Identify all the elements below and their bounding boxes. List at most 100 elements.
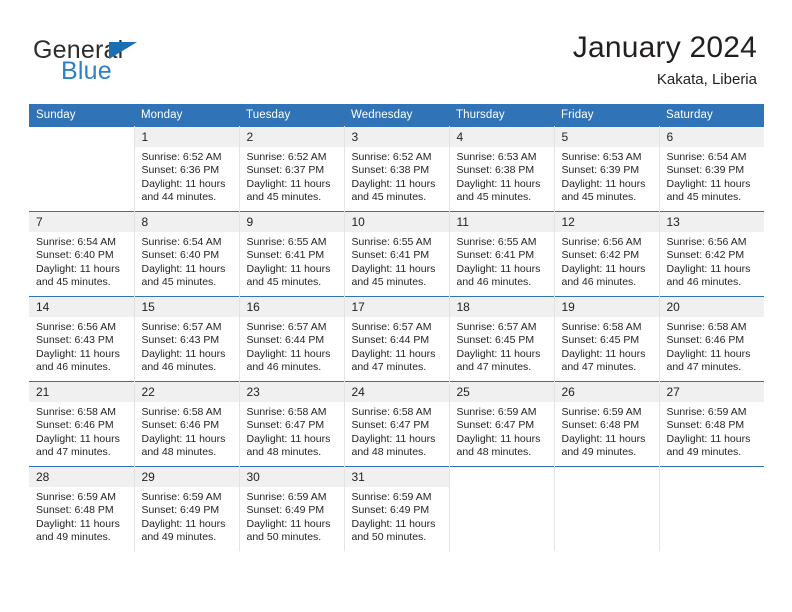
calendar-day-cell[interactable]: 29 Sunrise: 6:59 AM Sunset: 6:49 PM Dayligh… <box>134 466 240 551</box>
calendar-day-cell[interactable]: 28 Sunrise: 6:59 AM Sunset: 6:48 PM Dayligh… <box>29 466 135 551</box>
daylight-text: Daylight: 11 hours and 45 minutes. <box>666 177 751 204</box>
daylight-text: Daylight: 11 hours and 49 minutes. <box>141 517 226 544</box>
calendar-day-cell[interactable]: 8 Sunrise: 6:54 AM Sunset: 6:40 PM Daylight… <box>134 211 240 297</box>
day-number: 2 <box>239 127 343 147</box>
day-details: Sunrise: 6:58 AM Sunset: 6:47 PM Daylight:… <box>240 402 344 460</box>
calendar-day-cell[interactable]: 7 Sunrise: 6:54 AM Sunset: 6:40 PM Daylight… <box>29 211 135 297</box>
weekday-header-wednesday: Wednesday <box>344 104 449 127</box>
daylight-text: Daylight: 11 hours and 46 minutes. <box>561 262 646 289</box>
sunrise-text: Sunrise: 6:59 AM <box>351 491 432 503</box>
calendar-day-cell[interactable]: 16 Sunrise: 6:57 AM Sunset: 6:44 PM Dayligh… <box>239 296 345 382</box>
calendar-empty-cell <box>29 126 135 212</box>
day-details: Sunrise: 6:55 AM Sunset: 6:41 PM Daylight:… <box>240 232 344 290</box>
day-number: 31 <box>344 467 448 487</box>
sunrise-text: Sunrise: 6:57 AM <box>351 321 432 333</box>
sunset-text: Sunset: 6:42 PM <box>561 249 640 262</box>
calendar-day-cell[interactable]: 15 Sunrise: 6:57 AM Sunset: 6:43 PM Dayligh… <box>134 296 240 382</box>
daylight-text: Daylight: 11 hours and 45 minutes. <box>351 177 436 204</box>
sunrise-text: Sunrise: 6:56 AM <box>561 236 642 248</box>
calendar-day-cell[interactable]: 21 Sunrise: 6:58 AM Sunset: 6:46 PM Dayligh… <box>29 381 135 467</box>
daylight-text: Daylight: 11 hours and 44 minutes. <box>141 177 226 204</box>
sunrise-text: Sunrise: 6:53 AM <box>561 151 642 163</box>
daylight-text: Daylight: 11 hours and 45 minutes. <box>561 177 646 204</box>
calendar-day-cell[interactable]: 30 Sunrise: 6:59 AM Sunset: 6:49 PM Dayligh… <box>239 466 345 551</box>
day-number: 25 <box>449 382 553 402</box>
calendar-day-cell[interactable]: 10 Sunrise: 6:55 AM Sunset: 6:41 PM Dayligh… <box>344 211 450 297</box>
sunset-text: Sunset: 6:39 PM <box>561 164 640 177</box>
calendar-day-cell[interactable]: 12 Sunrise: 6:56 AM Sunset: 6:42 PM Dayligh… <box>554 211 660 297</box>
calendar-day-cell[interactable]: 31 Sunrise: 6:59 AM Sunset: 6:49 PM Dayligh… <box>344 466 450 551</box>
daylight-text: Daylight: 11 hours and 45 minutes. <box>36 262 120 289</box>
day-details: Sunrise: 6:57 AM Sunset: 6:43 PM Daylight:… <box>135 317 239 375</box>
sunrise-text: Sunrise: 6:55 AM <box>246 236 327 248</box>
sunrise-text: Sunrise: 6:59 AM <box>666 406 747 418</box>
calendar-body: 1 Sunrise: 6:52 AM Sunset: 6:36 PM Daylight… <box>29 126 765 551</box>
calendar-day-cell[interactable]: 24 Sunrise: 6:58 AM Sunset: 6:47 PM Dayligh… <box>344 381 450 467</box>
daylight-text: Daylight: 11 hours and 45 minutes. <box>246 262 331 289</box>
day-details: Sunrise: 6:52 AM Sunset: 6:38 PM Daylight:… <box>345 147 449 205</box>
calendar-day-cell[interactable]: 17 Sunrise: 6:57 AM Sunset: 6:44 PM Dayligh… <box>344 296 450 382</box>
sunset-text: Sunset: 6:39 PM <box>666 164 745 177</box>
calendar-day-cell[interactable]: 2 Sunrise: 6:52 AM Sunset: 6:37 PM Daylight… <box>239 126 345 212</box>
sunrise-text: Sunrise: 6:59 AM <box>561 406 642 418</box>
daylight-text: Daylight: 11 hours and 46 minutes. <box>36 347 120 374</box>
daylight-text: Daylight: 11 hours and 49 minutes. <box>666 432 751 459</box>
day-details: Sunrise: 6:54 AM Sunset: 6:40 PM Daylight:… <box>29 232 133 290</box>
calendar-day-cell[interactable]: 18 Sunrise: 6:57 AM Sunset: 6:45 PM Dayligh… <box>449 296 555 382</box>
day-number: 12 <box>554 212 658 232</box>
calendar-day-cell[interactable]: 27 Sunrise: 6:59 AM Sunset: 6:48 PM Dayligh… <box>659 381 764 467</box>
day-details: Sunrise: 6:56 AM Sunset: 6:43 PM Daylight:… <box>29 317 133 375</box>
day-number: 21 <box>29 382 133 402</box>
daylight-text: Daylight: 11 hours and 46 minutes. <box>246 347 331 374</box>
calendar-day-cell[interactable]: 3 Sunrise: 6:52 AM Sunset: 6:38 PM Daylight… <box>344 126 450 212</box>
day-number: 18 <box>449 297 553 317</box>
calendar-day-cell[interactable]: 1 Sunrise: 6:52 AM Sunset: 6:36 PM Daylight… <box>134 126 240 212</box>
calendar-day-cell[interactable]: 9 Sunrise: 6:55 AM Sunset: 6:41 PM Daylight… <box>239 211 345 297</box>
day-details: Sunrise: 6:57 AM Sunset: 6:45 PM Daylight:… <box>450 317 554 375</box>
calendar-week-row: 28 Sunrise: 6:59 AM Sunset: 6:48 PM Dayligh… <box>29 466 764 551</box>
general-blue-logo[interactable]: General Blue <box>33 36 213 88</box>
day-details: Sunrise: 6:53 AM Sunset: 6:39 PM Daylight:… <box>555 147 659 205</box>
day-details: Sunrise: 6:58 AM Sunset: 6:46 PM Daylight:… <box>660 317 765 375</box>
sunset-text: Sunset: 6:37 PM <box>246 164 325 177</box>
sunrise-text: Sunrise: 6:52 AM <box>141 151 222 163</box>
sunrise-text: Sunrise: 6:59 AM <box>246 491 327 503</box>
day-number: 4 <box>449 127 553 147</box>
calendar-day-cell[interactable]: 14 Sunrise: 6:56 AM Sunset: 6:43 PM Dayligh… <box>29 296 135 382</box>
daylight-text: Daylight: 11 hours and 46 minutes. <box>456 262 541 289</box>
day-number <box>449 467 553 487</box>
sunset-text: Sunset: 6:38 PM <box>456 164 535 177</box>
daylight-text: Daylight: 11 hours and 49 minutes. <box>36 517 120 544</box>
day-details: Sunrise: 6:59 AM Sunset: 6:49 PM Daylight:… <box>240 487 344 545</box>
daylight-text: Daylight: 11 hours and 47 minutes. <box>351 347 436 374</box>
day-number: 3 <box>344 127 448 147</box>
sunset-text: Sunset: 6:44 PM <box>246 334 325 347</box>
day-details: Sunrise: 6:59 AM Sunset: 6:47 PM Daylight:… <box>450 402 554 460</box>
day-details: Sunrise: 6:58 AM Sunset: 6:47 PM Daylight:… <box>345 402 449 460</box>
sunset-text: Sunset: 6:49 PM <box>351 504 430 517</box>
sunset-text: Sunset: 6:40 PM <box>141 249 220 262</box>
sunrise-text: Sunrise: 6:56 AM <box>36 321 116 333</box>
day-number: 14 <box>29 297 133 317</box>
calendar-day-cell[interactable]: 4 Sunrise: 6:53 AM Sunset: 6:38 PM Daylight… <box>449 126 555 212</box>
day-details: Sunrise: 6:58 AM Sunset: 6:46 PM Daylight:… <box>135 402 239 460</box>
calendar-day-cell[interactable]: 20 Sunrise: 6:58 AM Sunset: 6:46 PM Dayligh… <box>659 296 765 382</box>
sunrise-text: Sunrise: 6:54 AM <box>36 236 116 248</box>
calendar-day-cell[interactable]: 23 Sunrise: 6:58 AM Sunset: 6:47 PM Dayligh… <box>239 381 345 467</box>
sunrise-text: Sunrise: 6:57 AM <box>141 321 222 333</box>
calendar-day-cell[interactable]: 11 Sunrise: 6:55 AM Sunset: 6:41 PM Dayligh… <box>449 211 555 297</box>
day-number <box>29 127 133 147</box>
calendar-day-cell[interactable]: 19 Sunrise: 6:58 AM Sunset: 6:45 PM Dayligh… <box>554 296 660 382</box>
day-number: 6 <box>659 127 764 147</box>
day-number <box>659 467 764 487</box>
calendar-day-cell[interactable]: 25 Sunrise: 6:59 AM Sunset: 6:47 PM Dayligh… <box>449 381 555 467</box>
calendar-day-cell[interactable]: 13 Sunrise: 6:56 AM Sunset: 6:42 PM Dayligh… <box>659 211 765 297</box>
sunset-text: Sunset: 6:40 PM <box>36 249 114 262</box>
calendar-day-cell[interactable]: 22 Sunrise: 6:58 AM Sunset: 6:46 PM Dayligh… <box>134 381 240 467</box>
calendar-day-cell[interactable]: 5 Sunrise: 6:53 AM Sunset: 6:39 PM Daylight… <box>554 126 660 212</box>
calendar-day-cell[interactable]: 26 Sunrise: 6:59 AM Sunset: 6:48 PM Dayligh… <box>554 381 660 467</box>
calendar-day-cell[interactable]: 6 Sunrise: 6:54 AM Sunset: 6:39 PM Daylight… <box>659 126 764 212</box>
sunset-text: Sunset: 6:41 PM <box>246 249 325 262</box>
day-number: 1 <box>134 127 238 147</box>
day-details: Sunrise: 6:56 AM Sunset: 6:42 PM Daylight:… <box>660 232 765 290</box>
